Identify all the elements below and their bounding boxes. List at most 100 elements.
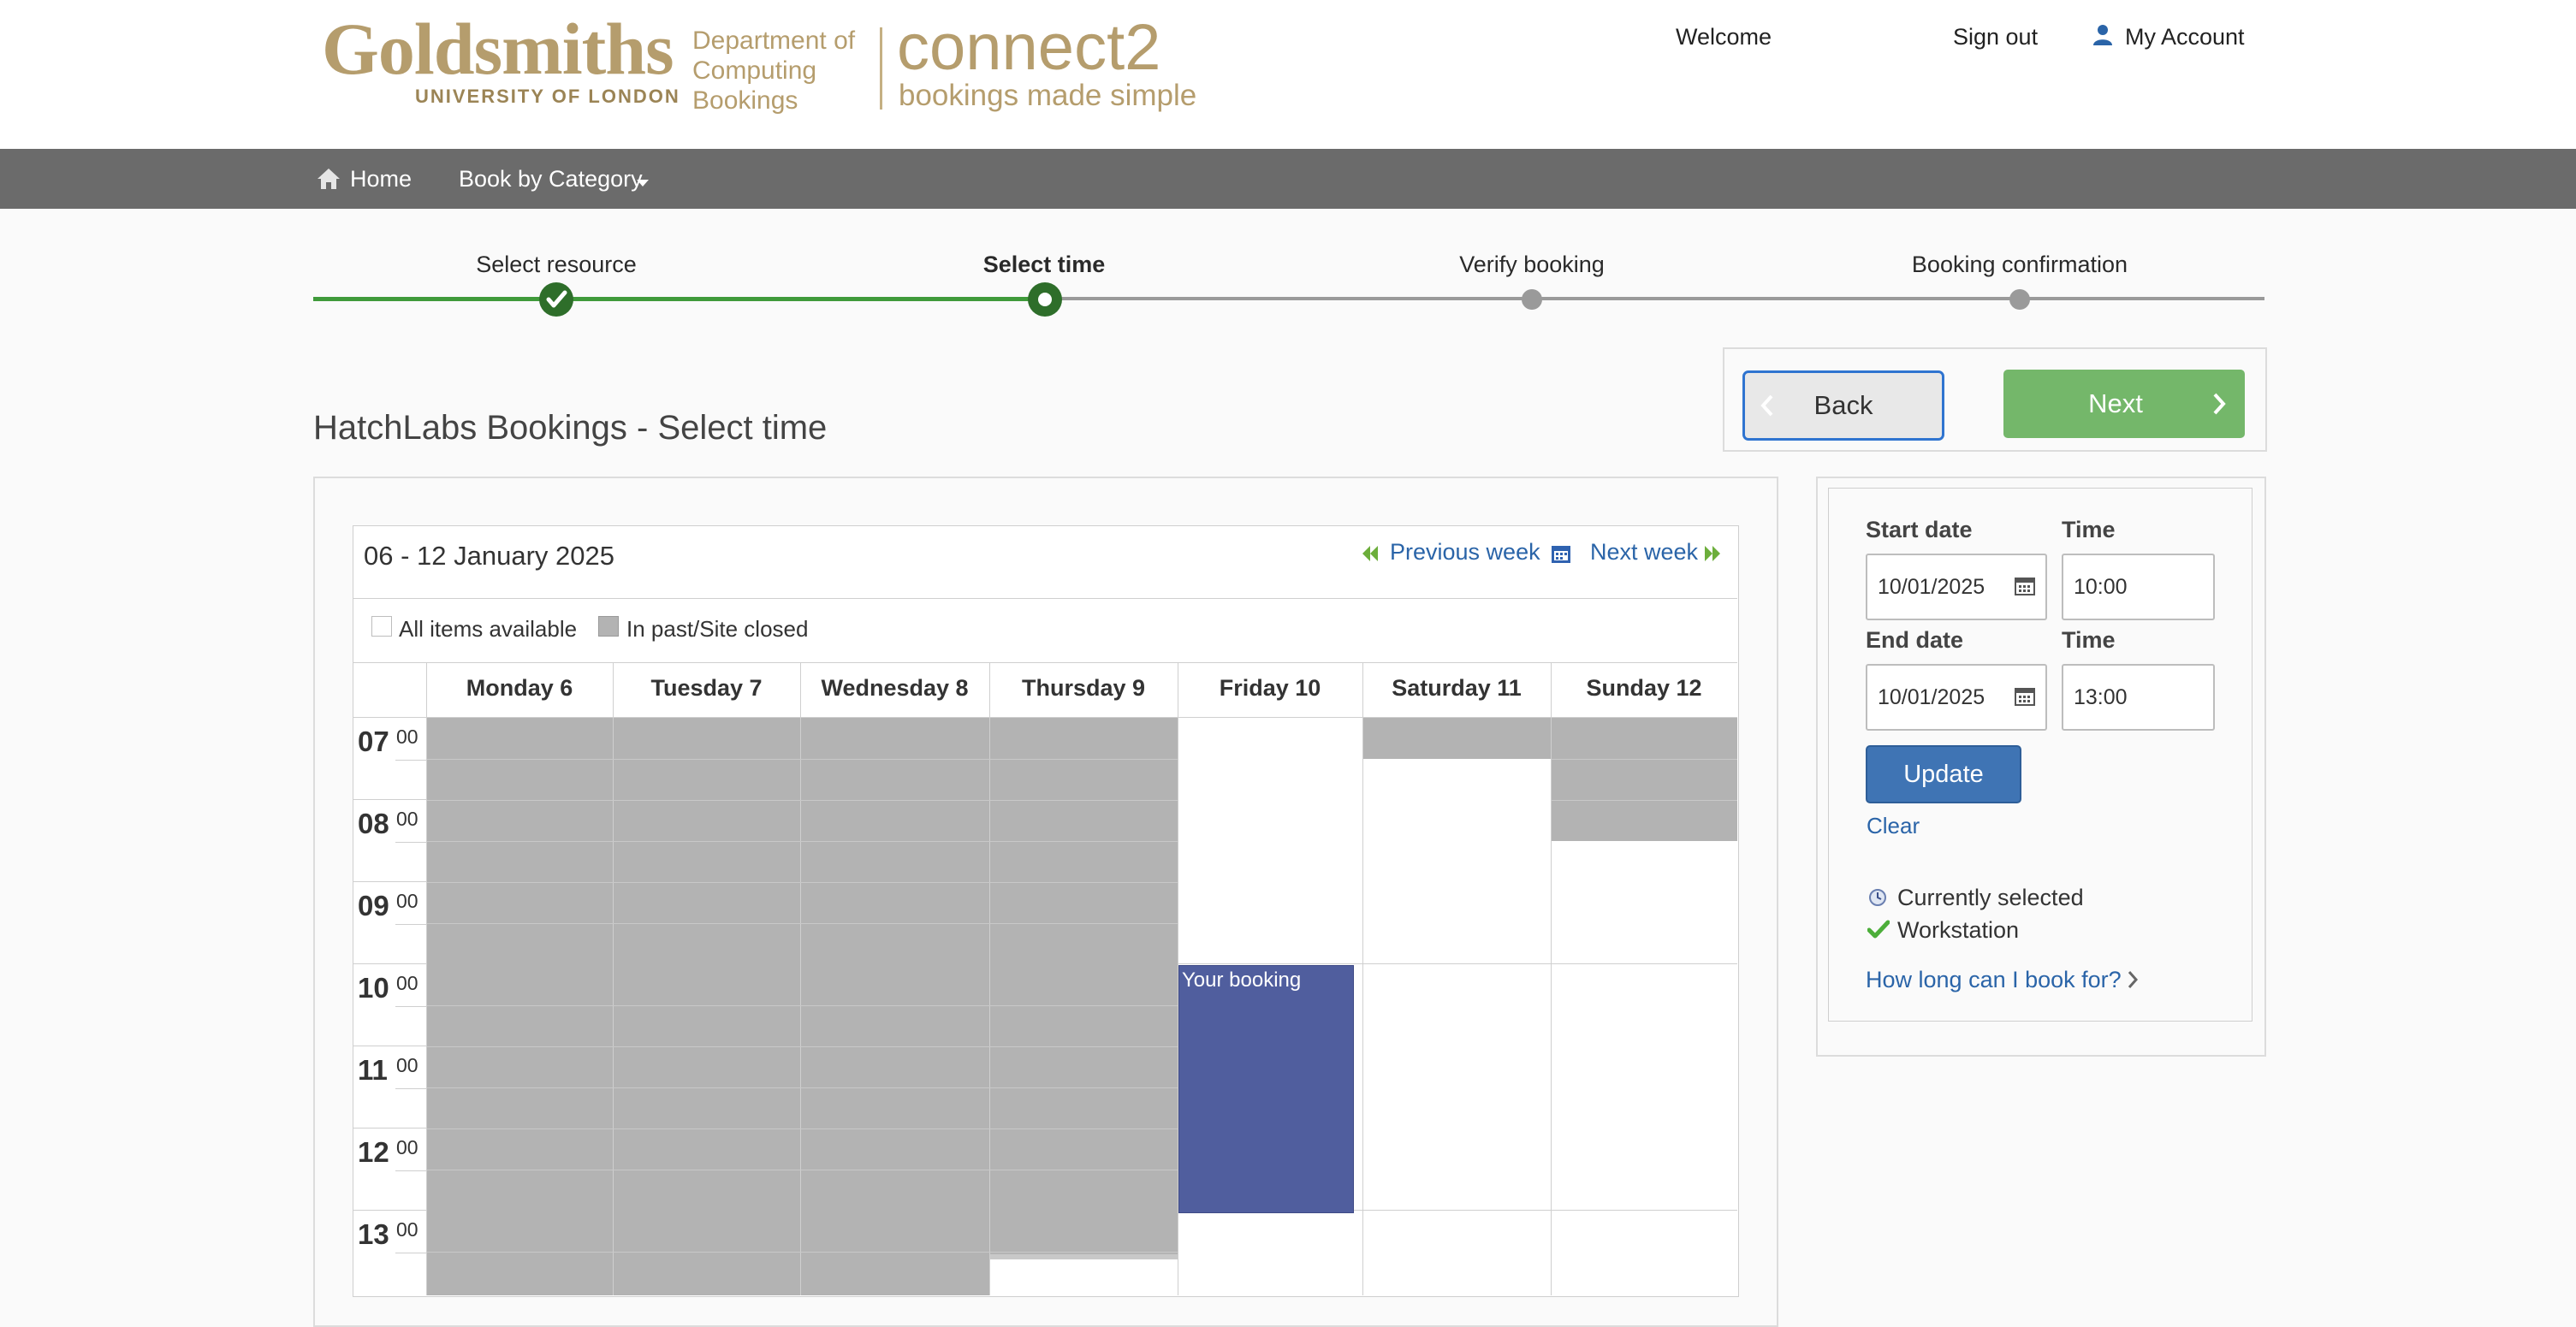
start-date-label: Start date	[1866, 517, 1973, 542]
grid-line	[395, 1170, 426, 1171]
user-icon	[2092, 23, 2114, 47]
minute-label: 00	[396, 1054, 418, 1076]
start-time-input[interactable]	[2062, 554, 2215, 620]
grid-line	[427, 800, 1178, 801]
page-title: HatchLabs Bookings - Select time	[313, 409, 828, 447]
closed-slot-block	[1552, 718, 1737, 841]
minute-label: 00	[396, 1136, 418, 1158]
closed-slot-block	[427, 718, 613, 1295]
calendar-icon[interactable]	[2015, 687, 2035, 706]
closed-slot-edge	[990, 1254, 1178, 1259]
clear-link[interactable]: Clear	[1867, 813, 1920, 839]
next-button[interactable]: Next	[2003, 370, 2245, 438]
grid-line	[353, 881, 426, 882]
caret-down-icon	[637, 177, 649, 187]
grid-line	[353, 662, 1737, 663]
grid-line	[353, 1128, 426, 1129]
checkmark-icon	[1867, 920, 1890, 939]
previous-week-link[interactable]: Previous week	[1390, 539, 1540, 566]
day-header-monday: Monday 6	[466, 675, 573, 701]
minute-label: 00	[396, 972, 418, 994]
day-header-thursday: Thursday 9	[1021, 675, 1146, 701]
grid-line	[427, 1087, 1178, 1088]
hour-label: 09	[358, 890, 389, 921]
chevron-right-icon[interactable]	[2127, 969, 2139, 990]
grid-line	[427, 1046, 1178, 1047]
legend-available: All items available	[399, 616, 578, 642]
nav-book-by-category[interactable]: Book by Category	[459, 166, 643, 193]
calendar-divider	[353, 598, 1737, 599]
nav-home[interactable]: Home	[350, 166, 412, 193]
grid-line	[427, 1252, 1178, 1253]
closed-slot-block	[614, 718, 800, 1295]
minute-label: 00	[396, 1218, 418, 1241]
day-header-sunday: Sunday 12	[1586, 675, 1702, 701]
legend-closed: In past/Site closed	[626, 616, 809, 642]
grid-line	[427, 923, 1178, 924]
previous-week-icon[interactable]	[1361, 544, 1380, 563]
next-week-link[interactable]: Next week	[1590, 539, 1698, 566]
hour-label: 13	[358, 1218, 389, 1250]
back-button-label: Back	[1813, 390, 1873, 420]
update-button[interactable]: Update	[1866, 745, 2021, 803]
closed-slot-block	[1363, 718, 1551, 759]
connect2-logo-text: connect2	[897, 11, 1161, 84]
goldsmiths-logo-text[interactable]: Goldsmiths	[322, 12, 674, 86]
current-step-icon	[1028, 282, 1062, 317]
closed-slot-block	[990, 718, 1178, 1259]
step-select-resource: Select resource	[476, 252, 637, 277]
minute-label: 00	[396, 808, 418, 830]
site-header: Goldsmiths UNIVERSITY OF LONDON Departme…	[0, 0, 2576, 149]
welcome-text: Welcome	[1676, 24, 1772, 50]
step-verify-booking: Verify booking	[1459, 252, 1605, 277]
minute-label: 00	[396, 726, 418, 748]
hour-label: 10	[358, 972, 389, 1004]
legend-available-swatch	[371, 616, 392, 637]
grid-line	[427, 1005, 1178, 1006]
hour-label: 12	[358, 1136, 389, 1168]
day-header-friday: Friday 10	[1219, 675, 1321, 701]
end-time-input[interactable]	[2062, 664, 2215, 731]
clock-icon	[1868, 888, 1887, 907]
logo-divider	[880, 27, 882, 110]
grid-line	[427, 841, 1178, 842]
grid-line	[395, 842, 426, 843]
closed-slot-block	[801, 718, 989, 1295]
progress-line-pending	[1044, 297, 2264, 300]
pending-step-dot	[1522, 289, 1542, 310]
next-week-icon[interactable]	[1703, 544, 1722, 563]
hour-label: 07	[358, 726, 389, 757]
grid-line	[353, 799, 426, 800]
step-booking-confirmation: Booking confirmation	[1911, 252, 2128, 277]
my-account-link[interactable]: My Account	[2125, 24, 2245, 50]
day-header-tuesday: Tuesday 7	[650, 675, 763, 701]
hour-label: 08	[358, 808, 389, 839]
calendar-icon[interactable]	[2015, 577, 2035, 595]
week-range: 06 - 12 January 2025	[364, 541, 614, 571]
grid-line	[1552, 800, 1737, 801]
calendar-picker-icon[interactable]	[1550, 542, 1572, 565]
end-time-label: Time	[2062, 627, 2116, 653]
grid-line	[395, 1006, 426, 1007]
connect2-tagline: bookings made simple	[899, 79, 1197, 112]
your-booking-block[interactable]	[1178, 965, 1354, 1213]
legend-workstation: Workstation	[1897, 917, 2020, 943]
pending-step-dot	[2009, 289, 2030, 310]
sign-out-link[interactable]: Sign out	[1953, 24, 2038, 50]
end-date-label: End date	[1866, 627, 1964, 653]
legend-currently-selected: Currently selected	[1897, 885, 2084, 910]
your-booking-label: Your booking	[1182, 969, 1302, 992]
chevron-right-icon	[2212, 393, 2226, 415]
back-button[interactable]: Back	[1742, 370, 1944, 441]
step-select-time: Select time	[982, 252, 1106, 277]
grid-line	[427, 882, 1178, 883]
grid-line	[395, 760, 426, 761]
day-header-saturday: Saturday 11	[1392, 675, 1522, 701]
grid-line	[427, 759, 1178, 760]
legend-closed-swatch	[598, 616, 619, 637]
grid-line	[395, 1088, 426, 1089]
how-long-link[interactable]: How long can I book for?	[1866, 967, 2122, 993]
minute-label: 00	[396, 890, 418, 912]
hour-label: 11	[358, 1054, 388, 1086]
progress-line-done	[313, 297, 1044, 301]
